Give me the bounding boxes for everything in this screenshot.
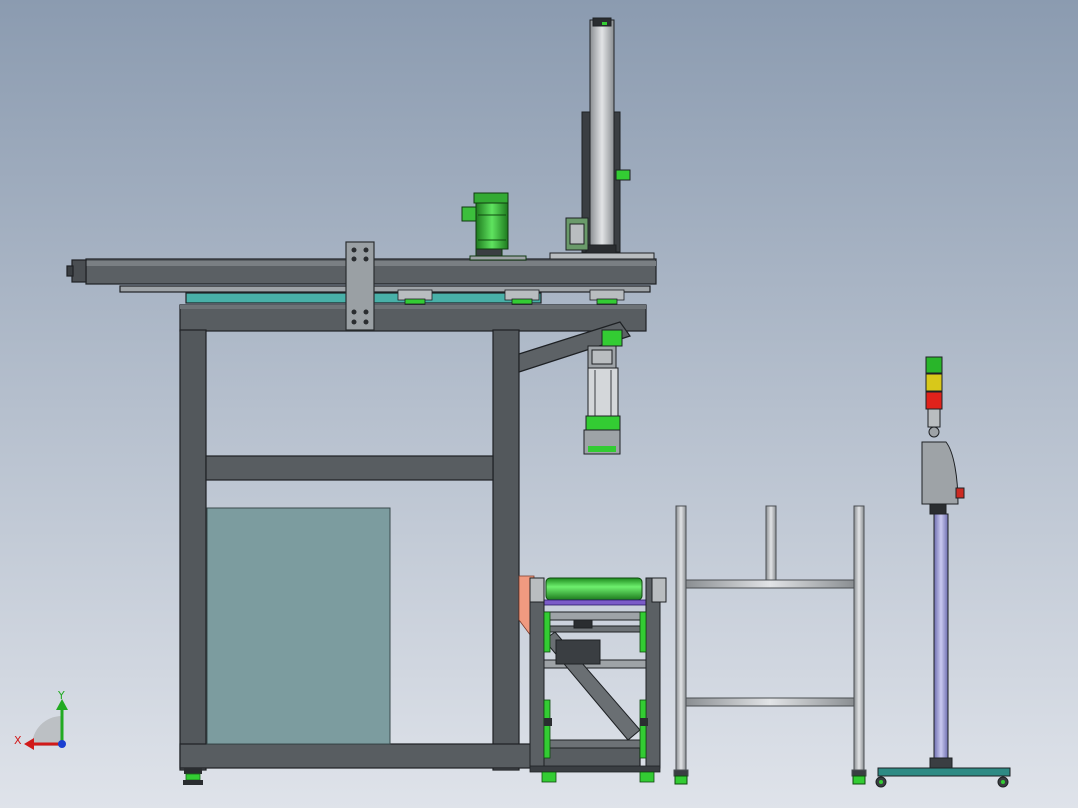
- middle-leg: [492, 329, 520, 771]
- stand-base: [877, 767, 1011, 777]
- mid-crossbar: [205, 455, 494, 481]
- triad-x-label: X: [14, 734, 22, 747]
- light-yellow: [925, 373, 943, 392]
- conveyor-roller: [545, 577, 643, 601]
- linear-guide: [119, 285, 651, 293]
- left-leg: [179, 329, 207, 771]
- stand-pole: [933, 513, 949, 763]
- light-red: [925, 391, 943, 410]
- gripper-assembly[interactable]: [583, 329, 623, 455]
- side-panel: [206, 507, 391, 745]
- rail-end-cap: [71, 259, 87, 283]
- rail-end-stub: [66, 265, 74, 277]
- cad-viewport[interactable]: Y X: [0, 0, 1078, 808]
- triad-y-label: Y: [57, 689, 65, 702]
- z-axis-dot-icon: [58, 740, 66, 748]
- frame-feet: [183, 768, 203, 785]
- carriage-plate[interactable]: [345, 241, 375, 331]
- upper-crossbeam-edge: [180, 305, 646, 309]
- light-green: [925, 356, 943, 374]
